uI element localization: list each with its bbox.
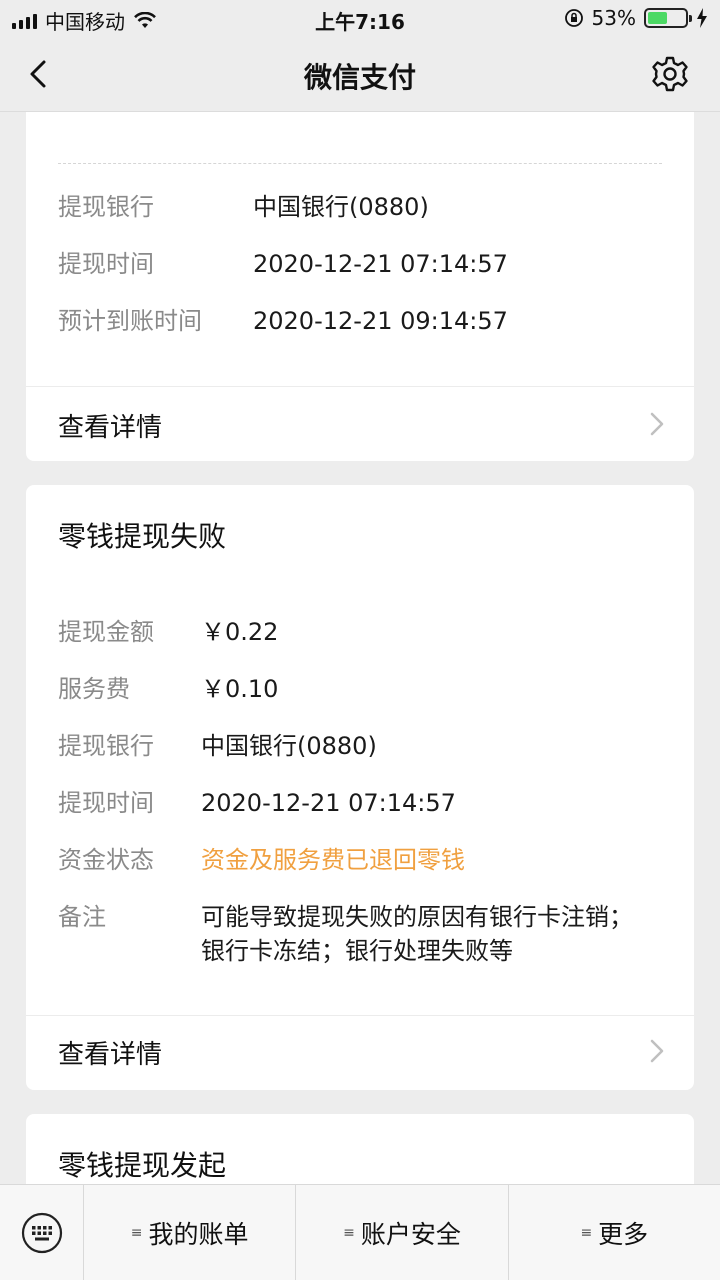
row-label: 提现银行 — [58, 732, 154, 760]
card-title: 零钱提现发起 — [58, 1149, 227, 1182]
row-label: 提现时间 — [58, 789, 154, 817]
chevron-right-icon — [650, 1039, 664, 1063]
page-title: 微信支付 — [303, 61, 416, 94]
battery-icon — [644, 8, 692, 28]
card-title: 零钱提现失败 — [58, 520, 227, 553]
menu-label: 账户安全 — [360, 1220, 461, 1249]
row-value: 2020-12-21 07:14:57 — [253, 250, 508, 278]
row-value: 中国银行(0880) — [253, 193, 429, 221]
row-label: 预计到账时间 — [58, 307, 202, 335]
menu-label: 更多 — [598, 1220, 649, 1249]
row-label: 资金状态 — [58, 846, 154, 874]
gear-icon[interactable] — [650, 54, 690, 94]
menu-lines-icon: ≡ — [580, 1225, 593, 1241]
menu-lines-icon: ≡ — [343, 1225, 355, 1241]
view-details-link[interactable]: 查看详情 — [58, 407, 162, 444]
divider — [58, 163, 662, 164]
menu-more[interactable]: ≡ 更多 — [509, 1185, 720, 1280]
battery-percent: 53% — [591, 6, 636, 30]
row-value: ￥0.10 — [201, 675, 279, 703]
menu-label: 我的账单 — [148, 1220, 249, 1249]
menu-my-bills[interactable]: ≡ 我的账单 — [84, 1185, 297, 1280]
withdrawal-card-initiated: 零钱提现发起 — [26, 1114, 694, 1184]
status-right: 53% — [564, 6, 708, 30]
keyboard-toggle[interactable] — [0, 1185, 84, 1280]
view-details-row[interactable]: 查看详情 — [26, 387, 694, 461]
menu-lines-icon: ≡ — [130, 1225, 143, 1241]
row-value: 2020-12-21 07:14:57 — [201, 789, 456, 817]
row-label: 提现时间 — [58, 250, 154, 278]
status-bar: 中国移动 上午7:16 53% — [0, 0, 720, 38]
bottom-menu-bar: ≡ 我的账单 ≡ 账户安全 ≡ 更多 — [0, 1184, 720, 1280]
fund-status-value: 资金及服务费已退回零钱 — [201, 846, 465, 874]
row-label: 服务费 — [58, 675, 130, 703]
transaction-list[interactable]: 提现银行 中国银行(0880) 提现时间 2020-12-21 07:14:57… — [0, 112, 720, 1184]
keyboard-icon — [21, 1212, 63, 1254]
row-label: 备注 — [58, 903, 106, 931]
withdrawal-card-failed: 零钱提现失败 提现金额 ￥0.22 服务费 ￥0.10 提现银行 中国银行(08… — [26, 485, 694, 1090]
view-details-row[interactable]: 查看详情 — [26, 1016, 694, 1090]
row-value: 中国银行(0880) — [201, 732, 377, 760]
nav-bar: 微信支付 — [0, 38, 720, 112]
withdrawal-card-pending: 提现银行 中国银行(0880) 提现时间 2020-12-21 07:14:57… — [26, 112, 694, 461]
view-details-link[interactable]: 查看详情 — [58, 1034, 162, 1071]
remark-value: 可能导致提现失败的原因有银行卡注销；银行卡冻结；银行处理失败等 — [201, 903, 633, 965]
row-label: 提现银行 — [58, 193, 154, 221]
row-label: 提现金额 — [58, 618, 154, 646]
row-value: 2020-12-21 09:14:57 — [253, 307, 508, 335]
chevron-right-icon — [650, 412, 664, 436]
menu-account-security[interactable]: ≡ 账户安全 — [296, 1185, 509, 1280]
lock-rotation-icon — [564, 9, 583, 27]
charging-icon — [697, 8, 707, 28]
row-value: ￥0.22 — [201, 618, 279, 646]
